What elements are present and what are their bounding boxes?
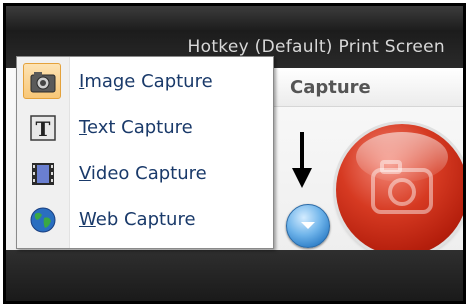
icon-highlight bbox=[23, 63, 61, 99]
menu-item-label: Image Capture bbox=[79, 71, 213, 92]
status-bar bbox=[6, 250, 463, 301]
svg-text:T: T bbox=[36, 117, 51, 141]
camera-icon bbox=[371, 160, 433, 214]
down-arrow-annotation-icon bbox=[292, 132, 312, 188]
web-capture-icon bbox=[30, 207, 56, 233]
menu-item-label: Video Capture bbox=[79, 163, 207, 184]
capture-mode-menu: Image Capture T Text Capture Video Captu… bbox=[16, 56, 274, 249]
image-capture-icon bbox=[30, 72, 56, 93]
menu-item-video-capture[interactable]: Video Capture bbox=[19, 153, 271, 193]
hotkey-label: Hotkey (Default) Print Screen bbox=[187, 37, 445, 57]
capture-mode-dropdown-button[interactable] bbox=[286, 204, 330, 248]
chevron-down-icon bbox=[301, 222, 315, 229]
capture-button[interactable] bbox=[336, 124, 463, 256]
text-capture-icon: T bbox=[30, 115, 56, 141]
capture-header-label: Capture bbox=[290, 77, 371, 98]
capture-panel-header: Capture bbox=[274, 68, 463, 107]
app-window: Hotkey (Default) Print Screen Capture Im… bbox=[3, 3, 466, 304]
menu-item-image-capture[interactable]: Image Capture bbox=[19, 61, 271, 101]
menu-item-text-capture[interactable]: T Text Capture bbox=[19, 107, 271, 147]
menu-item-label: Text Capture bbox=[79, 117, 193, 138]
menu-item-web-capture[interactable]: Web Capture bbox=[19, 199, 271, 239]
menu-item-label: Web Capture bbox=[79, 209, 196, 230]
video-capture-icon bbox=[32, 163, 54, 185]
